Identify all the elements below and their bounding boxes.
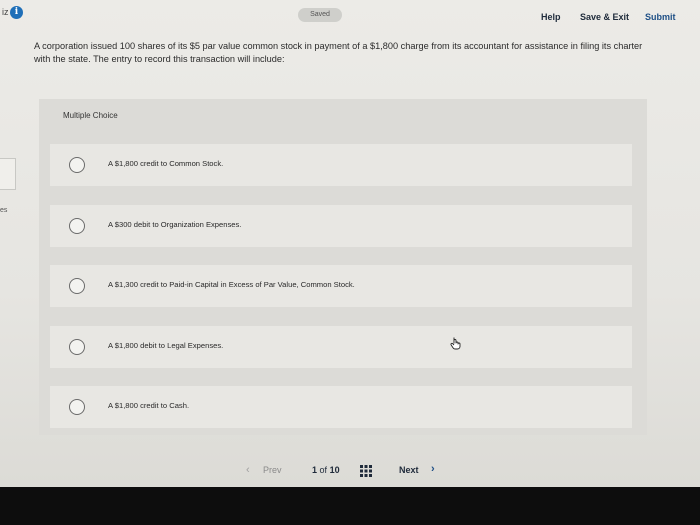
hand-cursor-icon [450, 337, 461, 350]
choice-label: A $300 debit to Organization Expenses. [108, 220, 242, 229]
info-icon[interactable]: i [10, 6, 23, 19]
monitor-bezel [0, 487, 700, 525]
side-fragment-label: es [0, 207, 8, 214]
submit-button[interactable]: Submit [645, 12, 676, 22]
choice-option-3[interactable]: A $1,300 credit to Paid-in Capital in Ex… [50, 265, 632, 307]
radio-button[interactable] [69, 399, 85, 415]
choice-label: A $1,800 credit to Cash. [108, 401, 190, 410]
save-exit-link[interactable]: Save & Exit [580, 12, 629, 22]
screen: iz i Saved Help Save & Exit Submit A cor… [0, 0, 700, 487]
choice-option-2[interactable]: A $300 debit to Organization Expenses. [50, 205, 632, 247]
bottom-navigation: ‹ Prev 1 of 10 Next › [0, 458, 700, 486]
choice-option-1[interactable]: A $1,800 credit to Common Stock. [50, 144, 632, 186]
chevron-left-icon[interactable]: ‹ [246, 464, 250, 476]
page-of-label: of [319, 465, 328, 475]
choice-label: A $1,300 credit to Paid-in Capital in Ex… [108, 280, 355, 289]
top-bar: iz i Saved Help Save & Exit Submit [0, 0, 700, 32]
choice-label: A $1,800 debit to Legal Expenses. [108, 341, 224, 350]
chevron-right-icon[interactable]: › [431, 463, 435, 475]
prev-button[interactable]: Prev [263, 465, 282, 475]
total-pages: 10 [329, 465, 340, 475]
radio-button[interactable] [69, 278, 85, 294]
radio-button[interactable] [69, 218, 85, 234]
radio-button[interactable] [69, 339, 85, 355]
choice-label: A $1,800 credit to Common Stock. [108, 159, 224, 168]
side-panel-fragment [0, 158, 16, 190]
radio-button[interactable] [69, 157, 85, 173]
page-indicator: 1 of 10 [312, 465, 340, 475]
saved-status-badge: Saved [298, 8, 342, 22]
quiz-label: iz [2, 7, 9, 17]
choice-option-5[interactable]: A $1,800 credit to Cash. [50, 386, 632, 428]
grid-icon[interactable] [360, 465, 372, 477]
question-text: A corporation issued 100 shares of its $… [34, 41, 643, 64]
next-button[interactable]: Next [399, 465, 419, 475]
help-link[interactable]: Help [541, 12, 561, 22]
current-page: 1 [312, 465, 318, 475]
choice-option-4[interactable]: A $1,800 debit to Legal Expenses. [50, 326, 632, 368]
multiple-choice-title: Multiple Choice [63, 111, 118, 120]
